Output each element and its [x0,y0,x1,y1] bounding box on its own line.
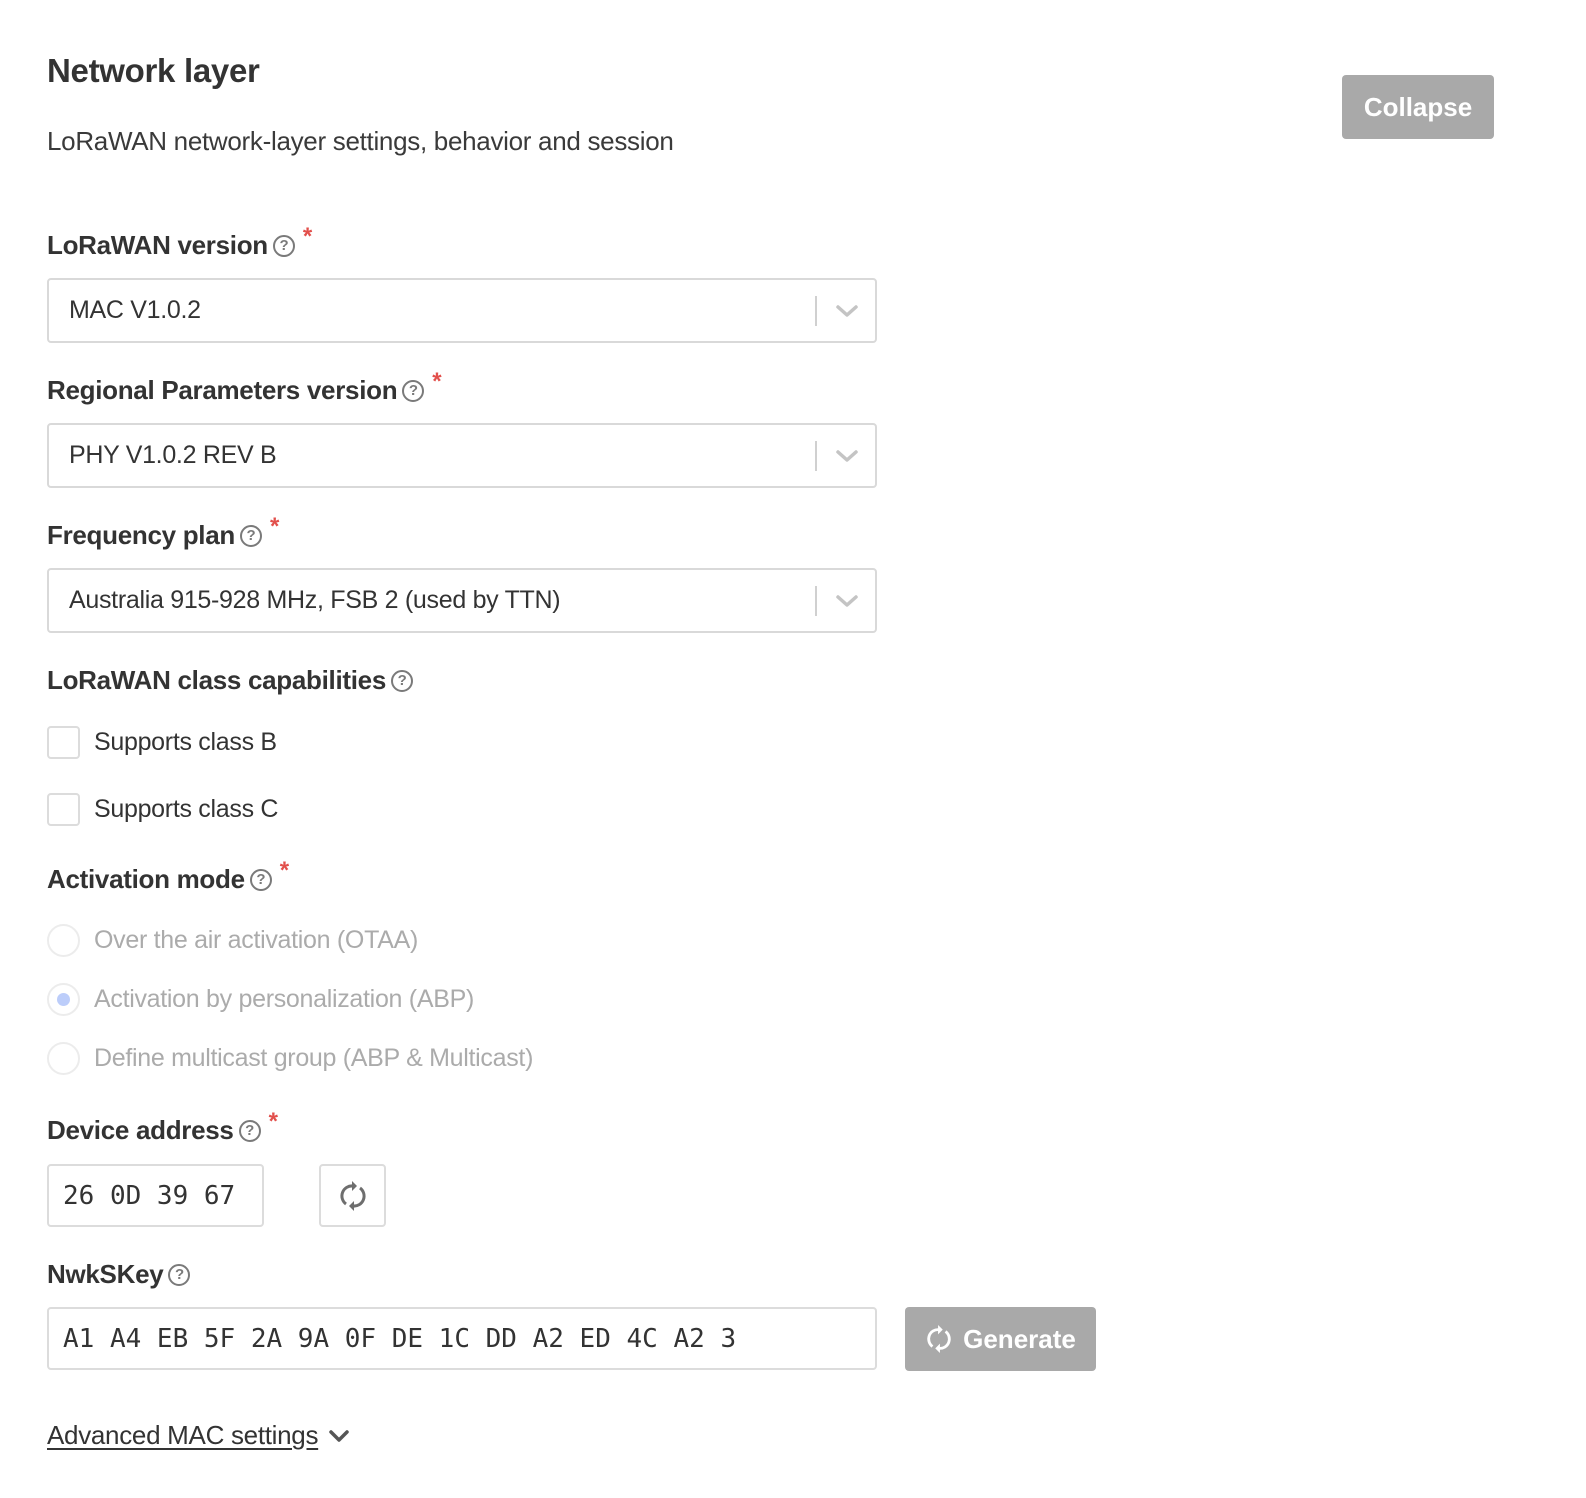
activation-multicast-radio-row[interactable]: Define multicast group (ABP & Multicast) [47,1042,533,1075]
help-icon[interactable]: ? [239,524,262,547]
activation-mode-label: Activation mode ? * [47,857,289,895]
refresh-icon [339,1180,366,1211]
supports-class-c-checkbox-row[interactable]: Supports class C [47,793,278,826]
chevron-down-icon[interactable] [829,293,865,329]
section-subtitle: LoRaWAN network-layer settings, behavior… [47,126,674,156]
supports-class-c-checkbox[interactable] [47,793,80,826]
frequency-plan-value: Australia 915-928 MHz, FSB 2 (used by TT… [69,586,561,614]
chevron-down-icon[interactable] [829,583,865,619]
help-icon[interactable]: ? [402,379,425,402]
supports-class-b-checkbox[interactable] [47,726,80,759]
class-capabilities-label: LoRaWAN class capabilities ? [47,665,413,696]
refresh-icon [927,1325,951,1353]
lorawan-version-select[interactable]: MAC V1.0.2 [47,278,877,343]
activation-otaa-label: Over the air activation (OTAA) [94,926,418,954]
device-address-label-text: Device address [47,1115,234,1145]
regional-parameters-select[interactable]: PHY V1.0.2 REV B [47,423,877,488]
supports-class-b-checkbox-row[interactable]: Supports class B [47,726,277,759]
lorawan-version-label: LoRaWAN version ? * [47,223,312,261]
activation-multicast-radio[interactable] [47,1042,80,1075]
activation-otaa-radio[interactable] [47,924,80,957]
regenerate-device-address-button[interactable] [319,1164,386,1227]
required-mark: * [268,1107,278,1135]
required-mark: * [279,856,289,884]
activation-otaa-radio-row[interactable]: Over the air activation (OTAA) [47,924,418,957]
select-separator [815,585,817,616]
frequency-plan-select[interactable]: Australia 915-928 MHz, FSB 2 (used by TT… [47,568,877,633]
generate-nwkskey-button[interactable]: Generate [905,1307,1096,1371]
generate-label: Generate [963,1323,1076,1354]
frequency-plan-label-text: Frequency plan [47,520,235,550]
radio-selected-dot [57,993,70,1006]
help-icon[interactable]: ? [391,669,413,692]
device-address-input[interactable]: 26 0D 39 67 [47,1164,264,1227]
activation-abp-label: Activation by personalization (ABP) [94,985,474,1013]
regional-parameters-label-text: Regional Parameters version [47,375,398,405]
chevron-down-icon[interactable] [829,438,865,474]
chevron-down-icon[interactable] [328,1429,350,1443]
regional-parameters-label: Regional Parameters version ? * [47,368,442,406]
select-separator [815,440,817,471]
advanced-mac-settings-toggle[interactable]: Advanced MAC settings [47,1420,350,1451]
activation-multicast-label: Define multicast group (ABP & Multicast) [94,1044,534,1072]
class-capabilities-label-text: LoRaWAN class capabilities [47,665,386,695]
supports-class-b-label: Supports class B [94,728,277,756]
activation-abp-radio[interactable] [47,983,80,1016]
nwkskey-label-text: NwkSKey [47,1259,164,1289]
device-address-label: Device address ? * [47,1108,278,1146]
help-icon[interactable]: ? [238,1119,261,1142]
supports-class-c-label: Supports class C [94,795,279,823]
required-mark: * [269,512,280,540]
activation-mode-label-text: Activation mode [47,864,245,894]
activation-abp-radio-row[interactable]: Activation by personalization (ABP) [47,983,474,1016]
regional-parameters-value: PHY V1.0.2 REV B [69,441,277,469]
help-icon[interactable]: ? [168,1263,191,1286]
network-layer-section: Network layer LoRaWAN network-layer sett… [0,0,1586,1498]
nwkskey-input[interactable]: A1 A4 EB 5F 2A 9A 0F DE 1C DD A2 ED 4C A… [47,1307,877,1370]
help-icon[interactable]: ? [249,868,272,891]
advanced-mac-settings-label[interactable]: Advanced MAC settings [47,1420,318,1451]
select-separator [815,295,817,326]
frequency-plan-label: Frequency plan ? * [47,513,279,551]
help-icon[interactable]: ? [272,234,295,257]
required-mark: * [302,222,312,250]
lorawan-version-label-text: LoRaWAN version [47,230,268,260]
lorawan-version-value: MAC V1.0.2 [69,296,201,324]
required-mark: * [432,367,442,395]
nwkskey-label: NwkSKey ? [47,1259,191,1290]
collapse-button[interactable]: Collapse [1342,75,1494,139]
section-title: Network layer [47,52,260,89]
